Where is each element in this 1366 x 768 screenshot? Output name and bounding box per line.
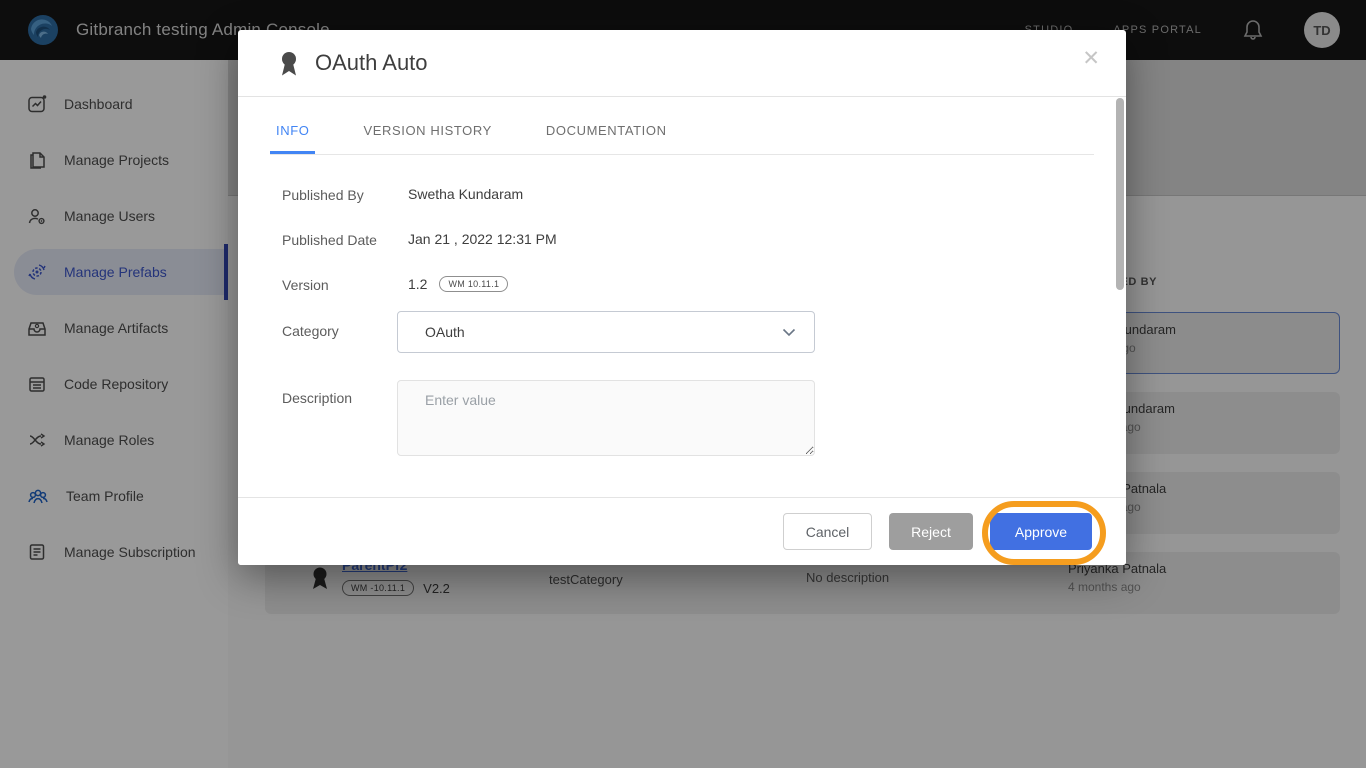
modal-scrollbar-thumb[interactable] bbox=[1116, 98, 1124, 290]
modal-header: OAuth Auto ✕ bbox=[238, 30, 1126, 97]
field-label: Published By bbox=[282, 185, 408, 203]
modal-body: Published By Swetha Kundaram Published D… bbox=[238, 155, 1126, 456]
field-value: Swetha Kundaram bbox=[408, 185, 523, 203]
version-value: 1.2 bbox=[408, 276, 427, 292]
modal-footer: Cancel Reject Approve bbox=[238, 497, 1126, 565]
category-select[interactable]: OAuth bbox=[397, 311, 815, 353]
modal-tabs: INFO VERSION HISTORY DOCUMENTATION bbox=[270, 111, 1094, 155]
modal-title: OAuth Auto bbox=[315, 50, 428, 76]
tab-version-history[interactable]: VERSION HISTORY bbox=[357, 111, 497, 154]
field-description: Description bbox=[282, 380, 1086, 456]
field-value: Jan 21 , 2022 12:31 PM bbox=[408, 230, 557, 248]
approve-button[interactable]: Approve bbox=[990, 513, 1092, 550]
prefab-details-modal: OAuth Auto ✕ INFO VERSION HISTORY DOCUME… bbox=[238, 30, 1126, 565]
reject-button[interactable]: Reject bbox=[889, 513, 973, 550]
close-icon[interactable]: ✕ bbox=[1082, 48, 1100, 69]
field-label: Category bbox=[282, 311, 397, 353]
description-textarea[interactable] bbox=[397, 380, 815, 456]
category-selected-value: OAuth bbox=[425, 324, 782, 340]
field-label: Version bbox=[282, 275, 408, 293]
field-published-by: Published By Swetha Kundaram bbox=[282, 185, 1086, 203]
chevron-down-icon bbox=[782, 328, 796, 337]
field-version: Version 1.2 WM 10.11.1 bbox=[282, 275, 1086, 293]
field-category: Category OAuth bbox=[282, 311, 1086, 353]
tab-documentation[interactable]: DOCUMENTATION bbox=[540, 111, 673, 154]
field-label: Description bbox=[282, 380, 397, 456]
field-published-date: Published Date Jan 21 , 2022 12:31 PM bbox=[282, 230, 1086, 248]
cancel-button[interactable]: Cancel bbox=[783, 513, 872, 550]
prefab-ribbon-icon bbox=[278, 49, 300, 77]
tab-info[interactable]: INFO bbox=[270, 111, 315, 154]
field-label: Published Date bbox=[282, 230, 408, 248]
platform-version-badge: WM 10.11.1 bbox=[439, 276, 508, 292]
